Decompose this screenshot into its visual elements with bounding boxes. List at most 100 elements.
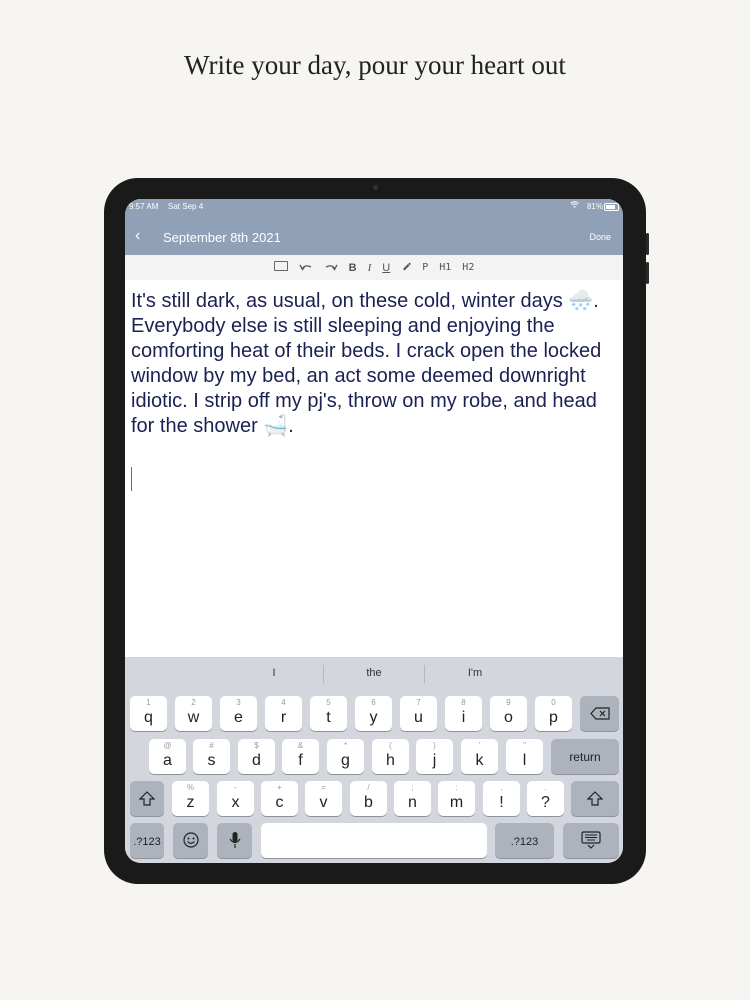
key-hint: & (297, 741, 304, 750)
key-row3-1[interactable]: -x (217, 781, 254, 816)
underline-button[interactable]: U (382, 262, 390, 274)
journal-text[interactable]: It's still dark, as usual, on these cold… (131, 289, 619, 439)
key-label: u (414, 709, 423, 726)
key-row1-8[interactable]: 9o (490, 696, 527, 731)
key-row2-4[interactable]: * g (327, 739, 364, 774)
key-hint: 4 (281, 698, 286, 707)
key-row3-8[interactable]: .? (527, 781, 564, 816)
key-row3-3[interactable]: = v (305, 781, 342, 816)
italic-button[interactable]: I (368, 262, 372, 274)
key-row1-1[interactable]: 2w (175, 696, 212, 731)
key-label: n (408, 794, 417, 811)
battery-icon (604, 203, 619, 211)
key-hint: 2 (191, 698, 196, 707)
nav-bar: ‹ September 8th 2021 Done (125, 221, 623, 255)
wifi-icon (570, 201, 579, 210)
key-row2-8[interactable]: " l (506, 739, 543, 774)
bold-button[interactable]: B (349, 262, 357, 274)
key-label: j (432, 752, 437, 769)
text-cursor (131, 467, 132, 491)
key-row2-7[interactable]: ' k (461, 739, 498, 774)
suggestion-1[interactable]: I (224, 667, 324, 679)
key-hint: * (343, 741, 348, 750)
undo-icon[interactable] (299, 262, 313, 274)
suggestion-2[interactable]: the (324, 667, 424, 679)
status-date: Sat Sep 4 (168, 202, 204, 211)
key-hint: + (277, 783, 282, 792)
key-hint: : (455, 783, 458, 792)
delete-key[interactable] (580, 696, 619, 731)
key-label: h (386, 752, 395, 769)
key-row2-3[interactable]: & f (282, 739, 319, 774)
key-row1-4[interactable]: 5t (310, 696, 347, 731)
key-hint: ( (389, 741, 392, 750)
ipad-frame: 9:57 AM Sat Sep 4 81% ‹ September 8th 20… (104, 178, 649, 884)
hide-keyboard-key[interactable] (563, 823, 619, 858)
key-row3-5[interactable]: ; n (394, 781, 431, 816)
key-row1-2[interactable]: 3e (220, 696, 257, 731)
space-key[interactable] (261, 823, 487, 858)
key-label: l (522, 752, 527, 769)
numbers-key-right[interactable]: .?123 (495, 823, 554, 858)
key-hint: / (367, 783, 370, 792)
key-label: d (252, 752, 261, 769)
key-hint: , (500, 783, 503, 792)
key-row1-3[interactable]: 4r (265, 696, 302, 731)
key-label: ! (499, 794, 504, 811)
key-row3-6[interactable]: :m (438, 781, 475, 816)
numbers-key-left[interactable]: .?123 (130, 823, 164, 858)
key-row1-5[interactable]: 6y (355, 696, 392, 731)
key-row2-2[interactable]: $ d (238, 739, 275, 774)
key-label: f (298, 752, 303, 769)
return-key[interactable]: return (551, 739, 619, 774)
key-label: b (364, 794, 373, 811)
key-row2-5[interactable]: (h (372, 739, 409, 774)
key-label: k (475, 752, 484, 769)
highlight-icon[interactable] (401, 261, 412, 274)
done-button[interactable]: Done (589, 232, 611, 242)
keyboard: I the I'm 1 q 2 w 3 e 4 r 5 t 6 y 7 u 8 i 9 o 0 p @ a # s $ d & f * g… (125, 657, 623, 863)
key-row1-0[interactable]: 1q (130, 696, 167, 731)
keyboard-dismiss-icon[interactable] (273, 261, 288, 274)
key-hint: ; (411, 783, 414, 792)
key-row3-0[interactable]: % z (172, 781, 209, 816)
suggestion-3[interactable]: I'm (425, 667, 525, 679)
key-hint: # (209, 741, 214, 750)
microphone-key[interactable] (217, 823, 252, 858)
key-label: t (326, 709, 331, 726)
key-row2-1[interactable]: # s (193, 739, 230, 774)
key-label: p (549, 709, 558, 726)
key-label: y (369, 709, 378, 726)
key-row1-9[interactable]: 0p (535, 696, 572, 731)
shift-right-key[interactable] (571, 781, 619, 816)
key-row1-6[interactable]: 7u (400, 696, 437, 731)
key-hint: $ (254, 741, 259, 750)
screen: 9:57 AM Sat Sep 4 81% ‹ September 8th 20… (125, 199, 623, 863)
key-hint: = (321, 783, 326, 792)
key-hint: ' (478, 741, 481, 750)
key-row3-4[interactable]: / b (350, 781, 387, 816)
volume-down-button (646, 262, 649, 284)
key-label: c (275, 794, 284, 811)
key-row3-2[interactable]: + c (261, 781, 298, 816)
key-hint: - (234, 783, 237, 792)
heading2-button[interactable]: H2 (462, 262, 474, 273)
emoji-key[interactable] (173, 823, 208, 858)
back-icon[interactable]: ‹ (135, 227, 140, 245)
key-row1-7[interactable]: 8i (445, 696, 482, 731)
key-label: s (207, 752, 216, 769)
key-label: z (186, 794, 195, 811)
shift-left-key[interactable] (130, 781, 164, 816)
key-row2-6[interactable]: ) j (416, 739, 453, 774)
key-label: m (449, 794, 464, 811)
key-row3-7[interactable]: ,! (483, 781, 520, 816)
key-label: q (144, 709, 153, 726)
paragraph-button[interactable]: P (422, 262, 428, 273)
key-row2-0[interactable]: @ a (149, 739, 186, 774)
camera (373, 185, 378, 190)
redo-icon[interactable] (324, 262, 338, 274)
key-hint: 7 (416, 698, 421, 707)
headline: Write your day, pour your heart out (184, 50, 566, 80)
key-hint: 6 (371, 698, 376, 707)
heading1-button[interactable]: H1 (439, 262, 451, 273)
